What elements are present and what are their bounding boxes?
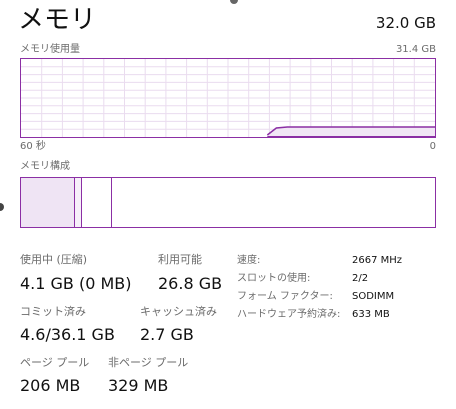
time-right-label: 0 <box>429 141 436 152</box>
nonpaged-pool-value: 329 MB <box>108 376 169 395</box>
available-label: 利用可能 <box>158 253 202 266</box>
nonpaged-pool-label: 非ページ プール <box>108 356 189 369</box>
memory-usage-graph <box>20 58 436 138</box>
in-use-label: 使用中 (圧縮) <box>20 253 88 266</box>
cached-value: 2.7 GB <box>140 325 194 344</box>
hw-reserved-value: 633 MB <box>352 309 390 320</box>
composition-modified <box>75 178 82 227</box>
committed-value: 4.6/36.1 GB <box>20 325 115 344</box>
hw-reserved-label: ハードウェア予約済み: <box>237 309 341 320</box>
time-left-label: 60 秒 <box>20 141 46 152</box>
top-edge-handle <box>230 0 238 4</box>
form-factor-value: SODIMM <box>352 291 395 302</box>
left-edge-handle <box>0 203 4 211</box>
usage-graph-max-label: 31.4 GB <box>395 44 436 55</box>
total-memory: 32.0 GB <box>375 14 436 32</box>
graph-grid <box>21 59 435 137</box>
page-title: メモリ <box>18 5 97 35</box>
usage-graph-svg <box>21 59 435 137</box>
slots-label: スロットの使用: <box>237 273 311 284</box>
form-factor-label: フォーム ファクター: <box>237 291 333 302</box>
available-value: 26.8 GB <box>158 274 223 293</box>
memory-composition-bar <box>20 177 436 228</box>
usage-graph-label: メモリ使用量 <box>20 44 80 55</box>
paged-pool-value: 206 MB <box>20 376 81 395</box>
committed-label: コミット済み <box>20 305 86 318</box>
usage-area-fill <box>267 127 435 137</box>
composition-standby <box>82 178 112 227</box>
composition-in-use <box>21 178 75 227</box>
composition-label: メモリ構成 <box>20 161 70 172</box>
paged-pool-label: ページ プール <box>20 356 90 369</box>
in-use-value: 4.1 GB (0 MB) <box>20 274 132 293</box>
slots-value: 2/2 <box>352 273 369 284</box>
speed-value: 2667 MHz <box>352 255 403 266</box>
cached-label: キャッシュ済み <box>140 305 217 318</box>
speed-label: 速度: <box>237 255 261 266</box>
